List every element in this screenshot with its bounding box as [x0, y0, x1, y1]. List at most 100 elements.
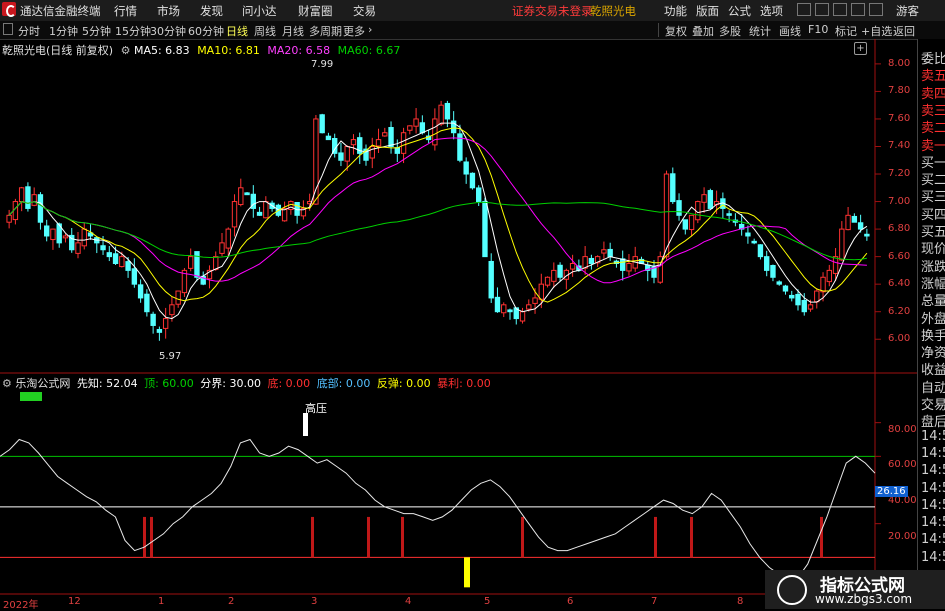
candle-body: [526, 304, 532, 310]
menu-item-banmian[interactable]: 版面: [696, 3, 719, 19]
zoom-icon[interactable]: +: [854, 42, 867, 55]
menu-item-jiaoyi[interactable]: 交易: [353, 3, 376, 19]
tool-tongji[interactable]: 统计: [749, 23, 771, 39]
period-more[interactable]: 更多: [343, 23, 365, 39]
candle-body: [419, 122, 426, 134]
window-button-2[interactable]: [815, 3, 829, 16]
price-axis-label: 6.80: [888, 223, 911, 235]
period-15min[interactable]: 15分钟: [115, 23, 151, 39]
period-monthly[interactable]: 月线: [282, 23, 304, 39]
menu-item-wenxiaoda[interactable]: 问小达: [242, 3, 277, 19]
tool-biaoji[interactable]: 标记: [835, 23, 857, 39]
tool-fuquan[interactable]: 复权: [665, 23, 687, 39]
time-label-6: 6: [567, 596, 574, 607]
time-label-5: 5: [484, 596, 491, 607]
side-panel-item: 买三: [921, 190, 945, 206]
sub-gear-icon[interactable]: ⚙: [2, 377, 12, 390]
toolbar-menu-icon[interactable]: [3, 23, 13, 35]
high-price-marker: 7.99: [311, 59, 334, 70]
time-label-1: 1: [158, 596, 165, 607]
period-fenshi[interactable]: 分时: [18, 23, 40, 39]
period-daily[interactable]: 日线: [226, 23, 248, 39]
user-label[interactable]: 游客: [896, 3, 919, 19]
window-button-4[interactable]: [851, 3, 865, 16]
ma20-label: MA20: 6.58: [267, 44, 331, 57]
menu-item-gongshi[interactable]: 公式: [728, 3, 751, 19]
side-panel-item: 卖二: [921, 121, 945, 137]
period-5min[interactable]: 5分钟: [82, 23, 111, 39]
candle-body: [569, 263, 576, 270]
settings-gear-icon[interactable]: ⚙: [121, 44, 131, 57]
candle-body: [413, 118, 419, 127]
signal-bar: [311, 516, 314, 558]
tool-huaxian[interactable]: 画线: [779, 23, 801, 39]
menu-item-shichang[interactable]: 市场: [157, 3, 180, 19]
tool-duogu[interactable]: 多股: [719, 23, 741, 39]
price-axis-label: 8.00: [888, 57, 911, 69]
candle-body: [156, 329, 163, 333]
chart-svg[interactable]: [0, 39, 945, 609]
side-panel-item: 净资: [921, 346, 945, 362]
candle-body: [238, 187, 244, 206]
candle-body: [501, 304, 507, 314]
candle-body: [782, 285, 789, 292]
candle-body: [626, 263, 632, 272]
side-panel-item: 14:56: [921, 428, 945, 444]
stock-title: 乾照光电(日线 前复权): [2, 44, 114, 57]
side-panel-item: 卖三: [921, 103, 945, 119]
login-status[interactable]: 证券交易未登录: [512, 3, 593, 19]
window-button-3[interactable]: [833, 3, 847, 16]
candle-body: [81, 228, 87, 247]
price-axis-label: 7.20: [888, 168, 911, 180]
candle-body: [213, 256, 219, 270]
sub-axis-20: 20.00: [888, 531, 917, 542]
ma60-line: [8, 201, 867, 261]
side-panel-item: 收益: [921, 363, 945, 379]
candle-body: [588, 257, 595, 265]
xianzhi-line: [0, 438, 876, 582]
period-multi[interactable]: 多周期: [309, 23, 342, 39]
period-30min[interactable]: 30分钟: [150, 23, 186, 39]
side-panel-item: 自动: [921, 380, 945, 396]
sub-axis-60: 60.00: [888, 459, 917, 470]
menu-item-caifuquan[interactable]: 财富圈: [298, 3, 333, 19]
period-weekly[interactable]: 周线: [254, 23, 276, 39]
menu-item-hangqing[interactable]: 行情: [114, 3, 137, 19]
price-axis-label: 7.40: [888, 140, 911, 152]
candle-body: [112, 253, 119, 265]
menu-item-gongneng[interactable]: 功能: [664, 3, 687, 19]
candle-body: [407, 125, 413, 131]
candle-body: [864, 233, 870, 237]
more-chevron-icon[interactable]: ›: [368, 23, 372, 36]
candlestick-series: [6, 100, 870, 341]
candle-body: [826, 269, 832, 283]
price-axis-label: 6.00: [888, 333, 911, 345]
window-button-1[interactable]: [797, 3, 811, 16]
candle-body: [44, 225, 50, 237]
stock-name-menu: 乾照光电: [590, 4, 636, 18]
side-panel-item: 14:56: [921, 515, 945, 531]
chart-area[interactable]: 乾照光电(日线 前复权) ⚙ MA5: 6.83 MA10: 6.81 MA20…: [0, 39, 945, 611]
tool-back[interactable]: 返回: [893, 23, 915, 39]
tool-diejia[interactable]: 叠加: [692, 23, 714, 39]
time-label-3: 3: [311, 596, 318, 607]
tool-f10[interactable]: F10: [808, 23, 828, 36]
ma10-line: [8, 127, 868, 303]
ma5-label: MA5: 6.83: [133, 44, 190, 57]
candle-body: [75, 242, 81, 254]
candle-body: [688, 214, 695, 231]
green-signal-block: [20, 392, 42, 401]
window-button-5[interactable]: [869, 3, 883, 16]
candle-body: [488, 260, 494, 299]
side-panel-item: 买二: [921, 173, 945, 189]
side-panel-item: 买四: [921, 207, 945, 223]
signal-bar: [521, 516, 524, 558]
tool-add-watchlist[interactable]: +自选: [861, 23, 892, 39]
period-1min[interactable]: 1分钟: [49, 23, 78, 39]
period-60min[interactable]: 60分钟: [188, 23, 224, 39]
menu-item-faxian[interactable]: 发现: [200, 3, 223, 19]
tdx-logo-icon: [2, 2, 16, 17]
period-toolbar: 分时 1分钟 5分钟 15分钟 30分钟 60分钟 日线 周线 月线 多周期 更…: [0, 21, 945, 40]
menu-item-xuanxiang[interactable]: 选项: [760, 3, 783, 19]
quote-side-panel: 委比 卖五 卖四 卖三 卖二 卖一 买一 买二 买三 买四 买五 现价 涨跌 涨幅 总量 外盘 换手 净资 收益 自动…: [917, 39, 945, 609]
